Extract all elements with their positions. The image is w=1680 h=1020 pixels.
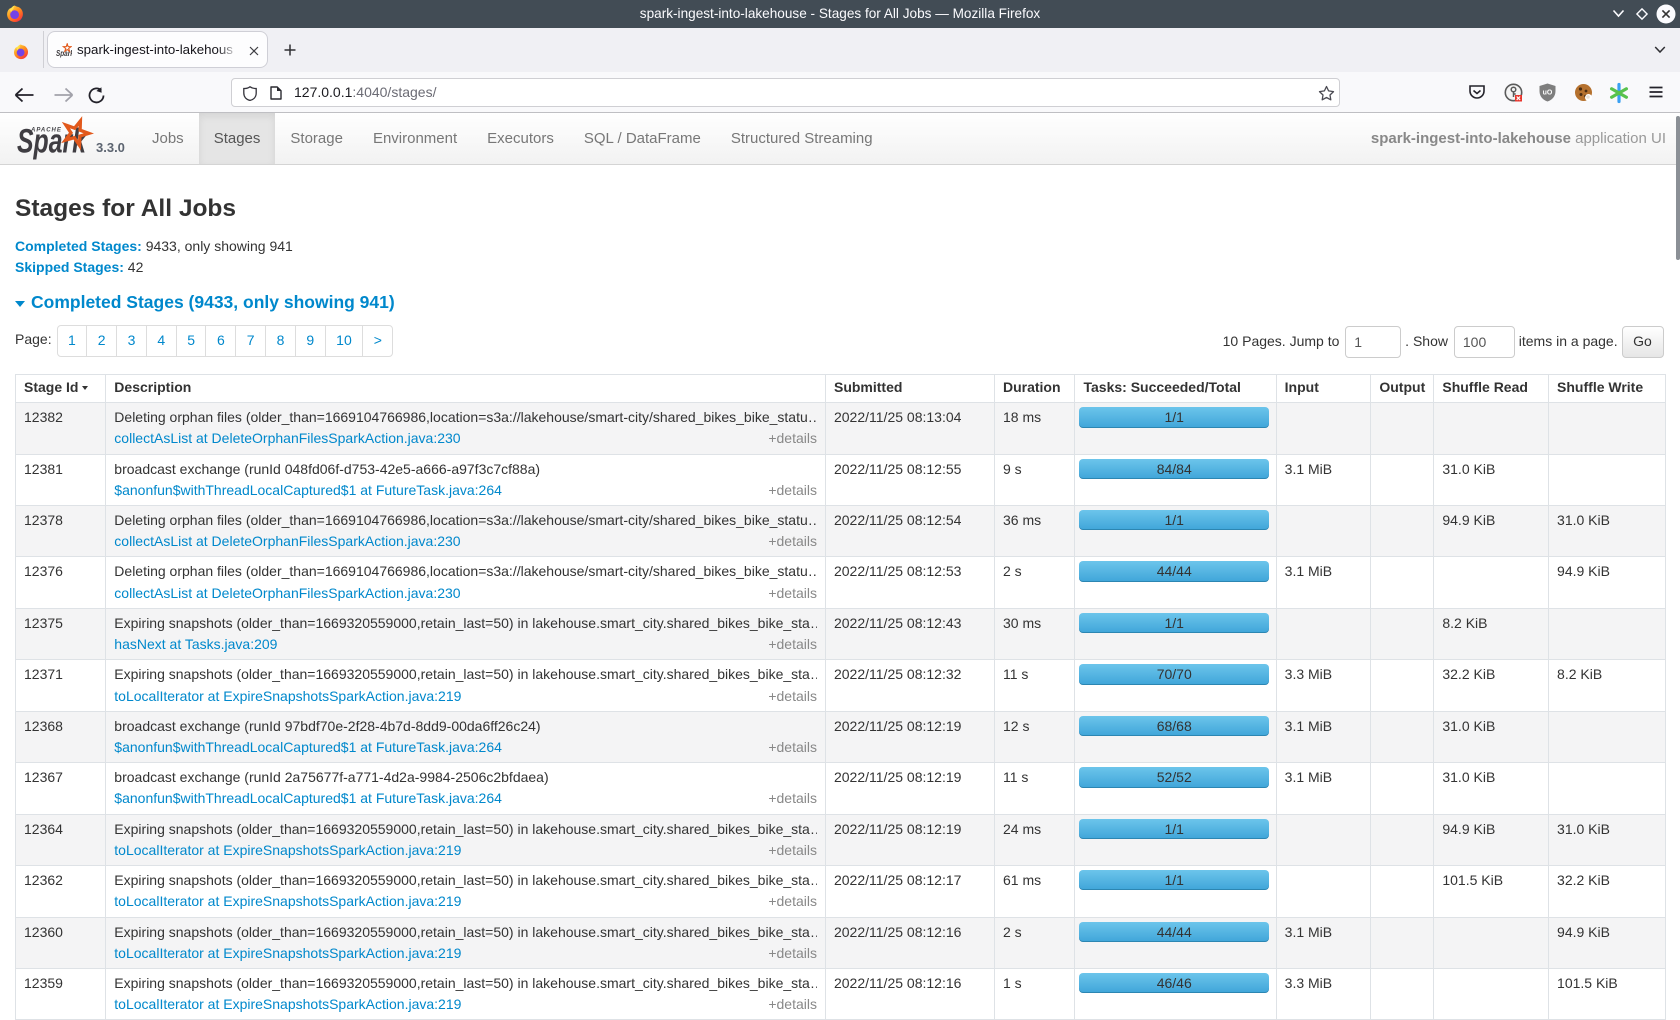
svg-text:uO: uO — [1543, 90, 1553, 97]
svg-text:APACHE: APACHE — [30, 128, 62, 134]
